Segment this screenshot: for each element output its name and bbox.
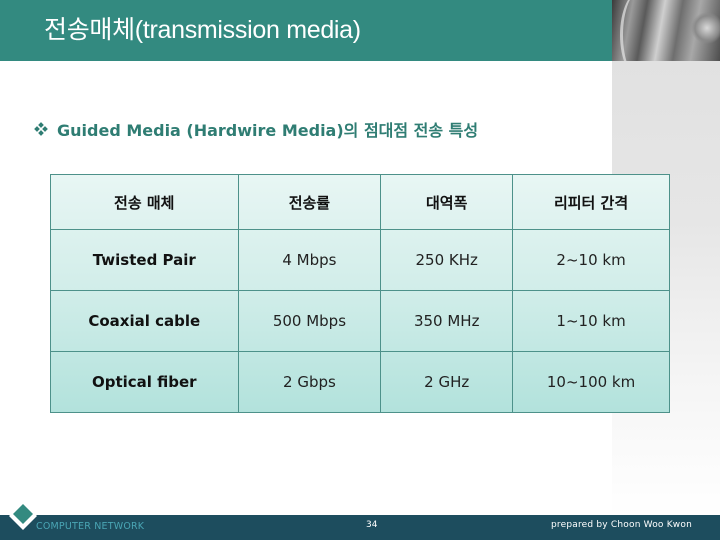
section-subtitle: Guided Media (Hardwire Media)의 점대점 전송 특성: [34, 117, 479, 141]
cell-medium: Coaxial cable: [50, 290, 239, 352]
decorative-corner-image: [612, 0, 720, 80]
column-header-bandwidth: 대역폭: [380, 174, 514, 230]
cell-medium: Twisted Pair: [50, 229, 239, 291]
cell-bandwidth: 2 GHz: [380, 351, 514, 413]
slide-title: 전송매체(transmission media): [44, 16, 361, 44]
cell-rate: 4 Mbps: [237, 229, 382, 291]
cell-bandwidth: 350 MHz: [380, 290, 514, 352]
footer-course-name: COMPUTER NETWORK: [36, 521, 145, 532]
table-row: Twisted Pair 4 Mbps 250 KHz 2~10 km: [50, 229, 670, 291]
title-bar: 전송매체(transmission media): [0, 0, 612, 61]
cell-repeater-spacing: 10~100 km: [512, 351, 670, 413]
cell-repeater-spacing: 1~10 km: [512, 290, 670, 352]
subtitle-text: Guided Media (Hardwire Media)의 점대점 전송 특성: [57, 121, 479, 140]
cell-rate: 500 Mbps: [237, 290, 382, 352]
table-row: Coaxial cable 500 Mbps 350 MHz 1~10 km: [50, 290, 670, 352]
table-header-row: 전송 매체 전송률 대역폭 리피터 간격: [50, 174, 670, 230]
column-header-repeater-spacing: 리피터 간격: [512, 174, 670, 230]
page-number: 34: [366, 520, 378, 530]
table-row: Optical fiber 2 Gbps 2 GHz 10~100 km: [50, 351, 670, 413]
diamond-bullet-icon: [34, 122, 48, 136]
footer-author: prepared by Choon Woo Kwon: [551, 520, 692, 530]
cell-bandwidth: 250 KHz: [380, 229, 514, 291]
media-characteristics-table: 전송 매체 전송률 대역폭 리피터 간격 Twisted Pair 4 Mbps…: [50, 174, 670, 413]
cell-medium: Optical fiber: [50, 351, 239, 413]
column-header-rate: 전송률: [237, 174, 382, 230]
cell-repeater-spacing: 2~10 km: [512, 229, 670, 291]
diamond-logo-icon: [9, 502, 37, 530]
column-header-medium: 전송 매체: [50, 174, 239, 230]
cell-rate: 2 Gbps: [237, 351, 382, 413]
